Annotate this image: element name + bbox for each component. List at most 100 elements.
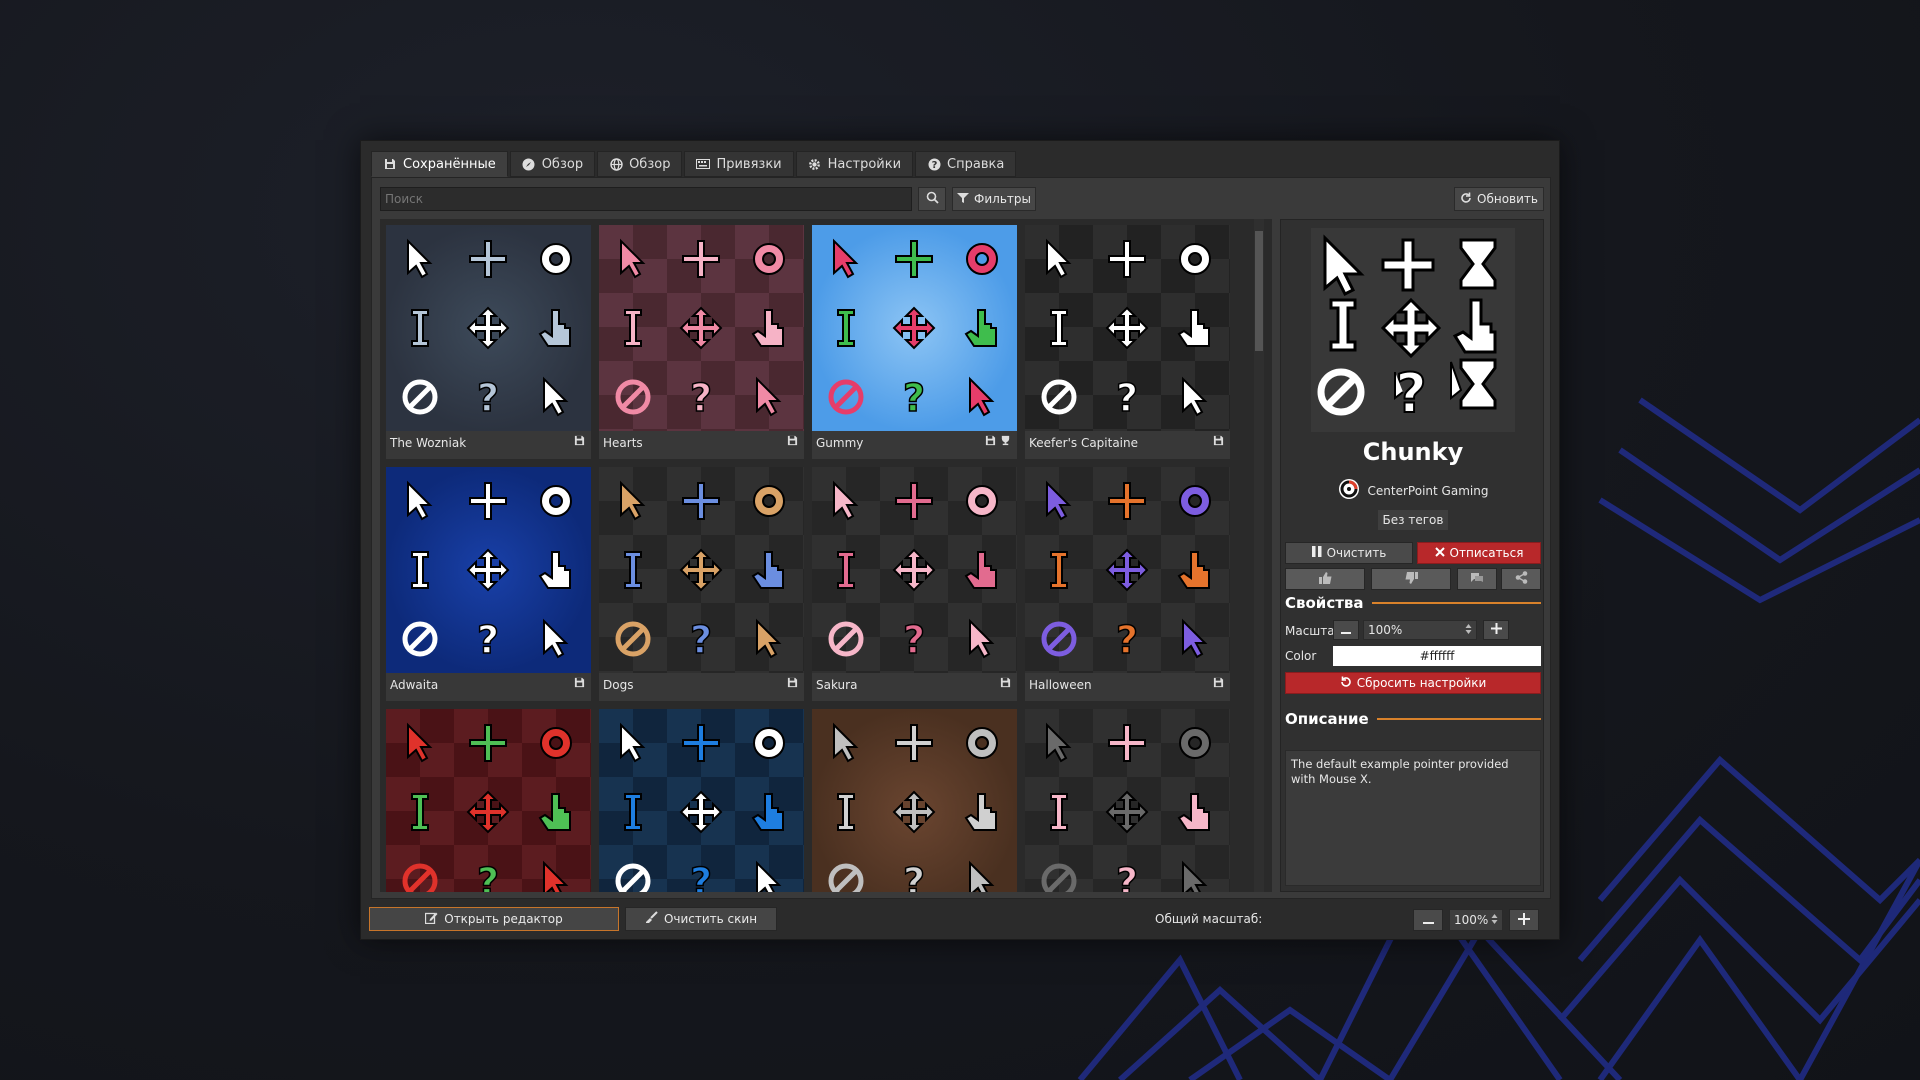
skin-thumbnail: ? xyxy=(386,467,591,673)
scrollbar-thumb[interactable] xyxy=(1255,231,1263,351)
open-editor-button[interactable]: Открыть редактор xyxy=(369,907,619,931)
color-label: Color xyxy=(1285,649,1317,663)
tab-bar: Сохранённые Обзор Обзор Привязки Настрой… xyxy=(371,151,1017,177)
skin-card-icons xyxy=(1213,435,1224,450)
search-input[interactable] xyxy=(380,187,912,211)
thumbs-down-icon xyxy=(1405,571,1418,587)
skin-thumbnail: ? xyxy=(812,467,1017,673)
skin-card[interactable]: ? xyxy=(1025,709,1230,892)
description-header: Описание xyxy=(1285,710,1541,728)
skin-name: Dogs xyxy=(603,678,634,692)
skin-thumbnail: ? xyxy=(599,709,804,892)
skin-card[interactable]: ? xyxy=(812,709,1017,892)
author-row: CenterPoint Gaming xyxy=(1281,478,1545,503)
pause-icon xyxy=(1311,546,1322,560)
clear-button[interactable]: Очистить xyxy=(1285,542,1413,564)
svg-text:?: ? xyxy=(903,860,925,892)
filters-label: Фильтры xyxy=(974,192,1031,206)
skin-name: Adwaita xyxy=(390,678,439,692)
tab-browse-online[interactable]: Обзор xyxy=(597,151,683,177)
tab-label: Обзор xyxy=(541,156,584,172)
tab-help[interactable]: ? Справка xyxy=(915,151,1017,177)
scale-increase-button[interactable] xyxy=(1483,620,1509,640)
svg-text:?: ? xyxy=(931,160,937,171)
globe-icon xyxy=(609,157,623,171)
global-scale-spinbox[interactable]: 100% xyxy=(1449,909,1503,931)
like-button[interactable] xyxy=(1285,568,1365,590)
svg-text:?: ? xyxy=(1116,618,1138,662)
refresh-button[interactable]: Обновить xyxy=(1454,187,1544,211)
skin-name: Halloween xyxy=(1029,678,1092,692)
grid-scrollbar[interactable] xyxy=(1254,219,1264,892)
global-scale-increase-button[interactable] xyxy=(1509,909,1539,931)
skin-card[interactable]: ? Dogs xyxy=(599,467,804,701)
share-icon xyxy=(1515,571,1528,587)
description-title: Описание xyxy=(1285,710,1369,728)
skin-card[interactable]: ? Keefer's Capitaine xyxy=(1025,225,1230,459)
skin-card-icons xyxy=(787,435,798,450)
share-button[interactable] xyxy=(1501,568,1541,590)
skin-name: Hearts xyxy=(603,436,643,450)
filters-button[interactable]: Фильтры xyxy=(952,187,1036,211)
edit-icon xyxy=(425,911,438,927)
properties-header: Свойства xyxy=(1285,594,1541,612)
refresh-label: Обновить xyxy=(1477,192,1538,206)
tab-settings[interactable]: Настройки xyxy=(795,151,914,177)
svg-text:?: ? xyxy=(903,376,925,420)
spin-arrows-icon[interactable] xyxy=(1465,623,1472,638)
skin-card-icons xyxy=(1000,677,1011,692)
global-scale-value: 100% xyxy=(1454,913,1489,927)
search-icon xyxy=(926,191,939,207)
svg-text:?: ? xyxy=(690,860,712,892)
thumbs-up-icon xyxy=(1318,571,1332,587)
clear-skin-button[interactable]: Очистить скин xyxy=(625,907,777,931)
search-button[interactable] xyxy=(918,187,946,211)
plus-icon xyxy=(1518,912,1530,928)
scale-decrease-button[interactable] xyxy=(1333,620,1359,640)
svg-text:?: ? xyxy=(903,618,925,662)
svg-text:?: ? xyxy=(477,376,499,420)
skin-card[interactable]: ? xyxy=(386,709,591,892)
tab-saved[interactable]: Сохранённые xyxy=(371,151,508,177)
clear-label: Очистить xyxy=(1326,546,1387,560)
tab-bindings[interactable]: Привязки xyxy=(684,151,794,177)
minus-icon xyxy=(1422,913,1434,927)
svg-text:?: ? xyxy=(477,618,499,662)
help-icon: ? xyxy=(927,157,941,171)
svg-text:?: ? xyxy=(690,618,712,662)
skin-grid-area: ? The Wozniak? Hearts? Gummy? Keefer's Capit… xyxy=(380,219,1272,892)
minus-icon xyxy=(1341,623,1351,637)
skin-card[interactable]: ? Gummy xyxy=(812,225,1017,459)
compass-icon xyxy=(522,157,536,171)
app-window: Сохранённые Обзор Обзор Привязки Настрой… xyxy=(360,140,1560,940)
keyboard-icon xyxy=(696,157,711,171)
author-name[interactable]: CenterPoint Gaming xyxy=(1368,484,1489,498)
skin-thumbnail: ? xyxy=(1025,225,1230,431)
tab-label: Привязки xyxy=(716,156,782,172)
tab-browse[interactable]: Обзор xyxy=(509,151,596,177)
unsubscribe-button[interactable]: Отписаться xyxy=(1417,542,1541,564)
tab-label: Обзор xyxy=(629,156,671,172)
svg-text:?: ? xyxy=(1116,860,1138,892)
skin-card[interactable]: ? The Wozniak xyxy=(386,225,591,459)
skin-card[interactable]: ? Hearts xyxy=(599,225,804,459)
skin-card[interactable]: ? Halloween xyxy=(1025,467,1230,701)
skin-thumbnail: ? xyxy=(812,225,1017,431)
skin-card[interactable]: ? Sakura xyxy=(812,467,1017,701)
global-scale-label: Общий масштаб: xyxy=(1155,912,1263,926)
description-text: The default example pointer provided wit… xyxy=(1285,750,1541,886)
global-scale-decrease-button[interactable] xyxy=(1413,909,1443,931)
reset-settings-button[interactable]: Сбросить настройки xyxy=(1285,672,1541,694)
save-icon xyxy=(787,435,798,450)
dislike-button[interactable] xyxy=(1371,568,1451,590)
trophy-icon xyxy=(1000,435,1011,450)
reset-icon xyxy=(1340,676,1352,691)
skin-card[interactable]: ? Adwaita xyxy=(386,467,591,701)
skin-name: Sakura xyxy=(816,678,858,692)
color-field[interactable]: #ffffff xyxy=(1333,646,1541,666)
skin-card-icons xyxy=(574,677,585,692)
comments-button[interactable] xyxy=(1457,568,1497,590)
spin-arrows-icon[interactable] xyxy=(1491,913,1498,928)
skin-card[interactable]: ? xyxy=(599,709,804,892)
scale-spinbox[interactable]: 100% xyxy=(1363,620,1477,640)
